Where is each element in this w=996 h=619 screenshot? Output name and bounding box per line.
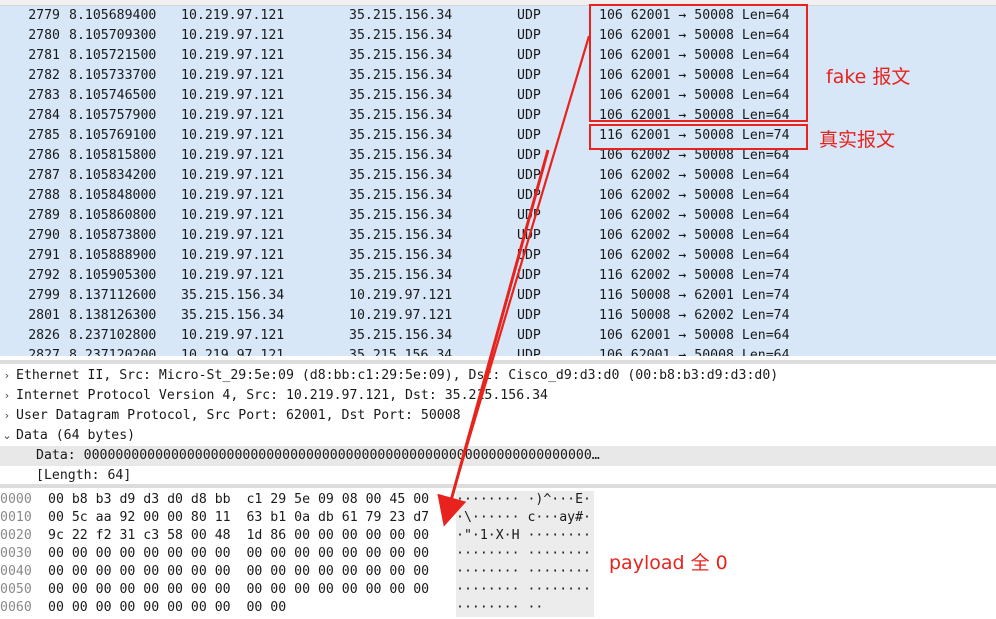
annotation-arrow-thick [437,149,550,527]
annotation-arrow [437,35,591,527]
